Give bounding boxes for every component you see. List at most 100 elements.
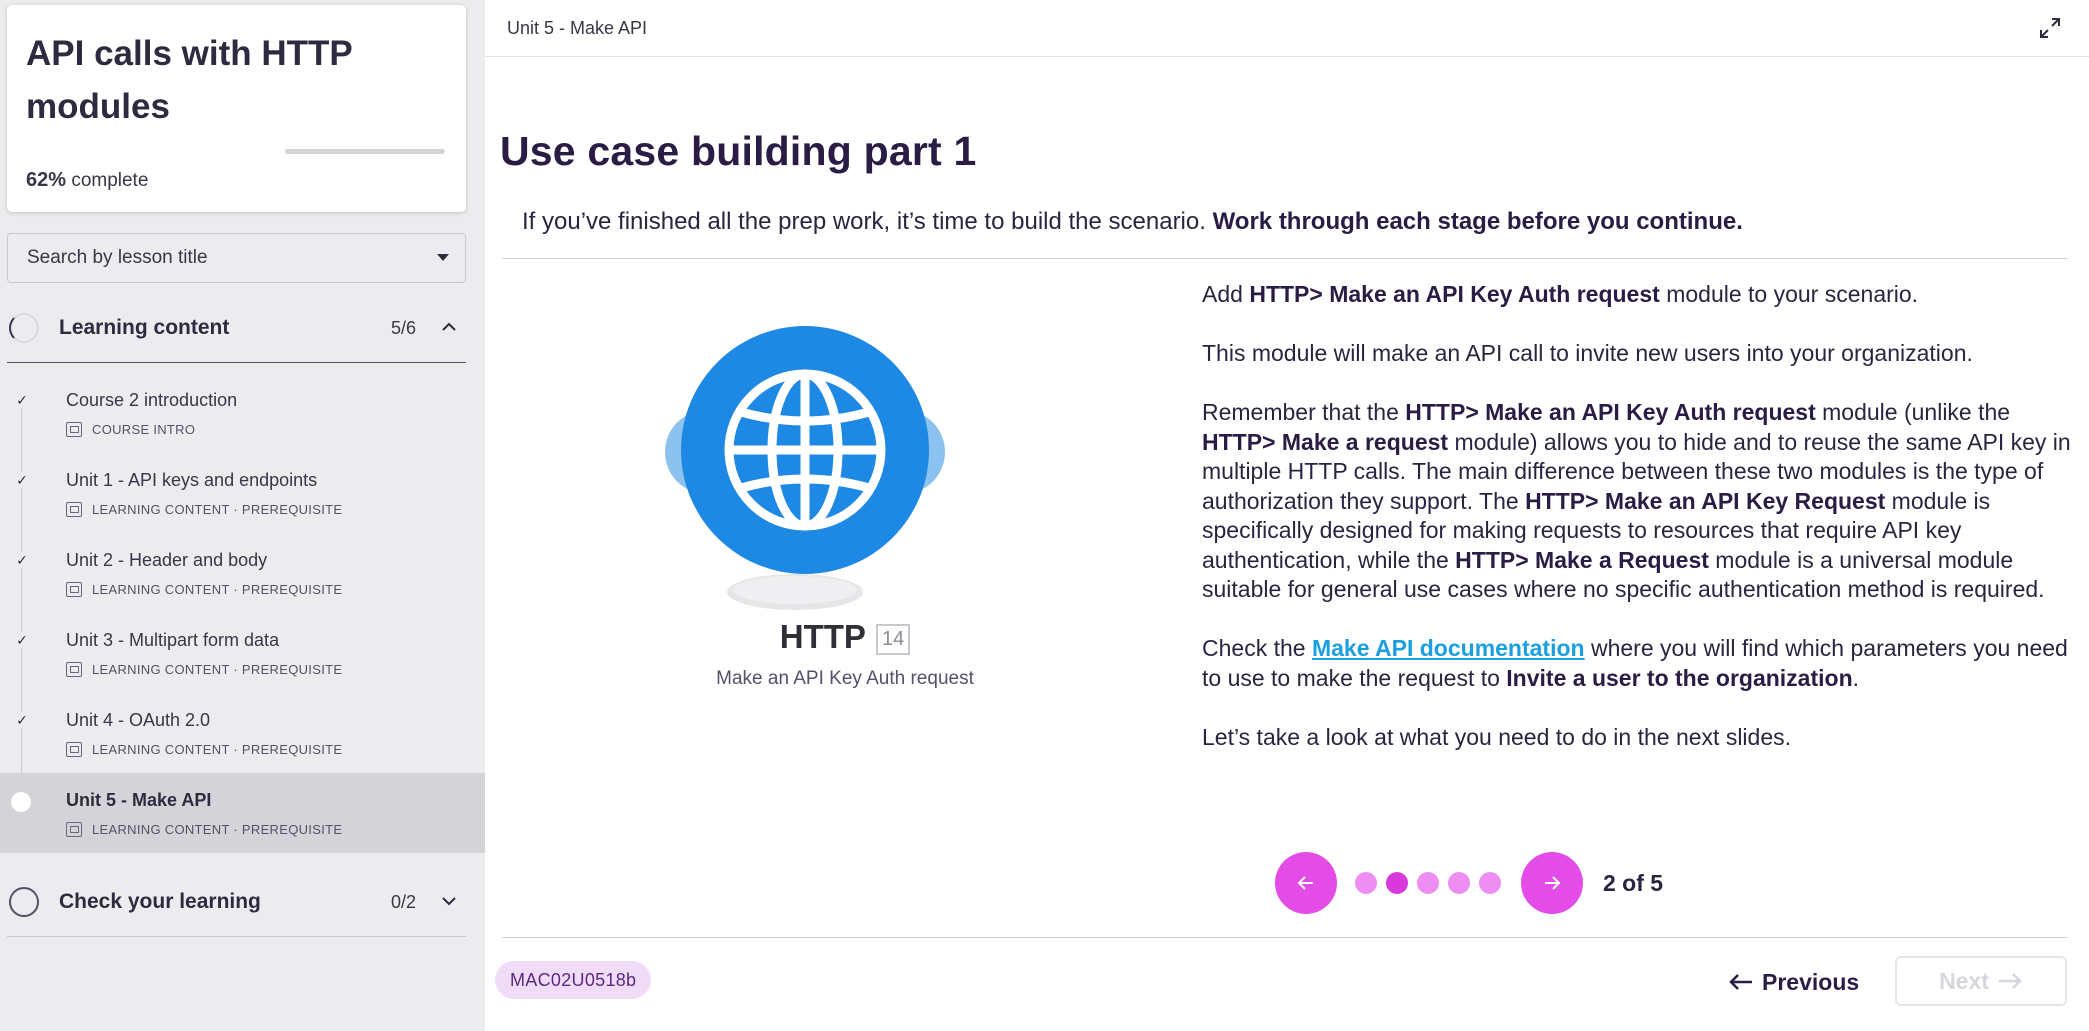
- lesson-meta-text: LEARNING CONTENT · PREREQUISITE: [92, 822, 343, 837]
- lesson-item-unit-3[interactable]: ✓ Unit 3 - Multipart form data LEARNING …: [0, 613, 485, 693]
- carousel-dot-1[interactable]: [1355, 872, 1377, 894]
- arrow-right-icon: [1998, 973, 2022, 989]
- lesson-text: Add HTTP> Make an API Key Auth request m…: [1202, 280, 2072, 782]
- section-divider: [7, 362, 466, 363]
- progress-percent: 62%: [26, 169, 67, 191]
- lesson-meta-text: LEARNING CONTENT · PREREQUISITE: [92, 662, 343, 677]
- previous-button[interactable]: Previous: [1718, 958, 1869, 1006]
- expand-icon[interactable]: [2039, 17, 2061, 39]
- content-divider-top: [502, 258, 2068, 259]
- lesson-title: Unit 3 - Multipart form data: [66, 630, 280, 650]
- course-title: API calls with HTTP modules: [26, 34, 353, 126]
- partial-progress-icon: [9, 313, 39, 343]
- lesson-item-unit-2[interactable]: ✓ Unit 2 - Header and body LEARNING CONT…: [0, 533, 485, 613]
- check-icon: ✓: [14, 712, 30, 728]
- section-divider: [7, 936, 466, 937]
- paragraph-5: Let’s take a look at what you need to do…: [1202, 723, 1792, 750]
- carousel-dot-5[interactable]: [1479, 872, 1501, 894]
- course-sidebar: API calls with HTTP modules 62% complete…: [0, 0, 485, 1031]
- http-module-name: HTTP 14: [665, 618, 1025, 656]
- lesson-meta-text: COURSE INTRO: [92, 422, 196, 437]
- lesson-title: Unit 4 - OAuth 2.0: [66, 710, 211, 730]
- empty-progress-icon: [9, 887, 39, 917]
- paragraph-3: Remember that the HTTP> Make an API Key …: [1202, 398, 2072, 605]
- check-icon: ✓: [14, 472, 30, 488]
- text-run: Check the: [1202, 635, 1312, 661]
- next-label: Next: [1939, 967, 1989, 994]
- intro-plain: If you’ve finished all the prep work, it…: [522, 208, 1213, 235]
- lesson-meta: LEARNING CONTENT · PREREQUISITE: [66, 742, 342, 757]
- slides-icon: [66, 582, 82, 597]
- arrow-left-icon: [1729, 974, 1752, 990]
- text-bold: HTTP> Make a Request: [1455, 546, 1709, 573]
- slide-counter: 2 of 5: [1603, 869, 1664, 896]
- lesson-list: ✓ Course 2 introduction COURSE INTRO ✓ U…: [0, 373, 485, 853]
- lesson-meta-text: LEARNING CONTENT · PREREQUISITE: [92, 742, 343, 757]
- next-button[interactable]: Next: [1895, 956, 2067, 1006]
- slides-icon: [66, 502, 82, 517]
- section-learning-content[interactable]: Learning content 5/6: [7, 298, 466, 358]
- lesson-meta: LEARNING CONTENT · PREREQUISITE: [66, 582, 342, 597]
- text-bold: Invite a user to the organization: [1506, 664, 1853, 691]
- text-bold: HTTP> Make an API Key Auth request: [1249, 281, 1660, 307]
- lesson-meta: LEARNING CONTENT · PREREQUISITE: [66, 662, 342, 677]
- text-run: .: [1852, 664, 1860, 691]
- slides-icon: [66, 742, 82, 757]
- lesson-search-label: Search by lesson title: [27, 247, 208, 268]
- content-divider-bottom: [502, 937, 2068, 938]
- arrow-right-icon: [1545, 876, 1561, 890]
- lesson-title: Unit 2 - Header and body: [66, 550, 268, 570]
- chevron-down-icon: [442, 897, 456, 906]
- slide-carousel-controls: 2 of 5: [1275, 852, 1663, 914]
- carousel-dot-2[interactable]: [1386, 872, 1408, 894]
- previous-label: Previous: [1762, 968, 1860, 995]
- lesson-meta-text: LEARNING CONTENT · PREREQUISITE: [92, 582, 343, 597]
- arrow-left-icon: [1297, 876, 1313, 890]
- globe-icon: [665, 326, 945, 610]
- text-run: Remember that the: [1202, 399, 1406, 425]
- http-module-caption: Make an API Key Auth request: [716, 668, 974, 689]
- lesson-item-course-intro[interactable]: ✓ Course 2 introduction COURSE INTRO: [0, 373, 485, 453]
- lesson-topbar: Unit 5 - Make API: [485, 0, 2089, 57]
- slides-icon: [66, 822, 82, 837]
- make-api-documentation-link[interactable]: Make API documentation: [1312, 635, 1585, 661]
- course-card: API calls with HTTP modules 62% complete: [7, 5, 466, 212]
- current-lesson-dot-icon: [11, 792, 31, 812]
- paragraph-2: This module will make an API call to inv…: [1202, 340, 1973, 366]
- lesson-search-dropdown[interactable]: Search by lesson title: [7, 233, 466, 283]
- lesson-item-unit-1[interactable]: ✓ Unit 1 - API keys and endpoints LEARNI…: [0, 453, 485, 533]
- lesson-title: Unit 1 - API keys and endpoints: [66, 470, 318, 490]
- progress-suffix: complete: [71, 170, 149, 191]
- text-bold: HTTP> Make an API Key Request: [1525, 487, 1886, 514]
- text-run: module (unlike the: [1815, 399, 2011, 425]
- carousel-dots: [1355, 872, 1501, 894]
- check-icon: ✓: [14, 552, 30, 568]
- lesson-meta: COURSE INTRO: [66, 422, 195, 437]
- paragraph-4: Check the Make API documentation where y…: [1202, 634, 2072, 693]
- http-module-badge: 14: [875, 623, 911, 655]
- document-icon: [66, 422, 82, 437]
- lesson-item-unit-4[interactable]: ✓ Unit 4 - OAuth 2.0 LEARNING CONTENT · …: [0, 693, 485, 773]
- caret-down-icon: [437, 254, 449, 261]
- carousel-next-button[interactable]: [1521, 852, 1583, 914]
- lesson-code-badge: MAC02U0518b: [495, 961, 652, 999]
- lesson-meta: LEARNING CONTENT · PREREQUISITE: [66, 822, 342, 837]
- lesson-meta-text: LEARNING CONTENT · PREREQUISITE: [92, 502, 343, 517]
- carousel-dot-3[interactable]: [1417, 872, 1439, 894]
- check-icon: ✓: [14, 632, 30, 648]
- lesson-title: Unit 5 - Make API: [66, 790, 212, 810]
- lesson-item-unit-5[interactable]: Unit 5 - Make API LEARNING CONTENT · PRE…: [0, 773, 485, 853]
- text-bold: HTTP> Make a request: [1202, 428, 1449, 455]
- intro-text: If you’ve finished all the prep work, it…: [522, 208, 1743, 236]
- carousel-dot-4[interactable]: [1448, 872, 1470, 894]
- paragraph-1: Add HTTP> Make an API Key Auth request m…: [1202, 280, 2072, 310]
- http-module-title: HTTP: [779, 618, 866, 655]
- check-icon: ✓: [14, 392, 30, 408]
- breadcrumb: Unit 5 - Make API: [507, 18, 648, 38]
- section-check-your-learning[interactable]: Check your learning 0/2: [7, 872, 466, 932]
- text-bold: HTTP> Make an API Key Auth request: [1405, 399, 1816, 425]
- carousel-prev-button[interactable]: [1275, 852, 1337, 914]
- text-run: Add: [1202, 281, 1250, 307]
- progress-bar: [285, 149, 445, 154]
- lesson-title: Course 2 introduction: [66, 390, 238, 410]
